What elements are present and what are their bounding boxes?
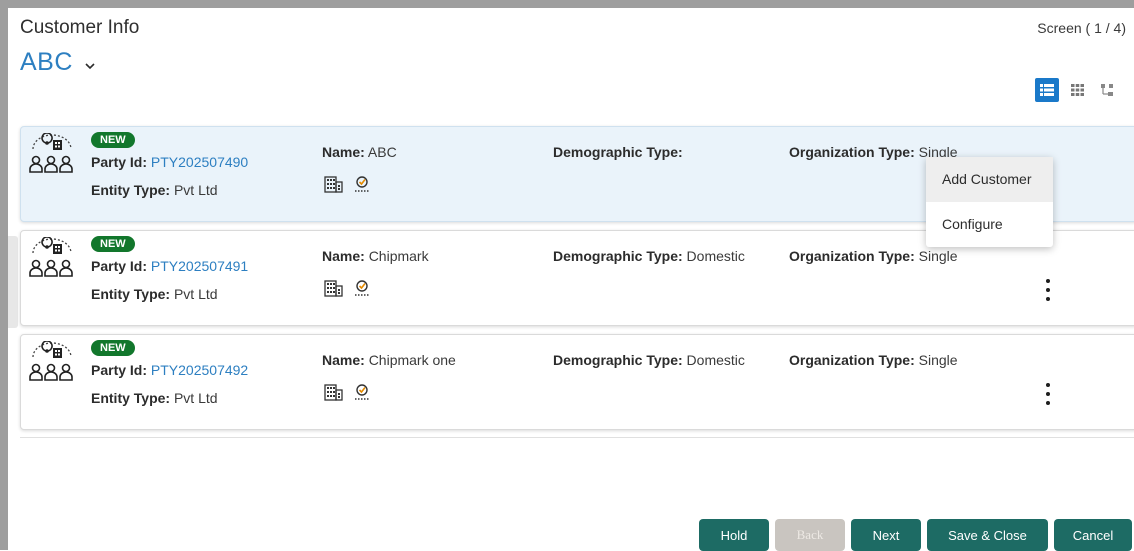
organization-type-value: Single xyxy=(918,248,958,264)
entity-type-field: Entity Type: Pvt Ltd xyxy=(91,286,218,302)
organization-type-field: Organization Type: Single xyxy=(789,352,958,368)
window-frame-top xyxy=(0,0,1134,8)
tree-view-icon xyxy=(1101,84,1113,96)
party-id-label: Party Id: xyxy=(91,154,148,170)
name-value: ABC xyxy=(367,144,397,160)
building-icon xyxy=(324,384,343,401)
dot xyxy=(1046,279,1050,283)
entity-type-label: Entity Type: xyxy=(91,286,171,302)
entity-type-field: Entity Type: Pvt Ltd xyxy=(91,182,218,198)
next-button[interactable]: Next xyxy=(851,519,921,551)
menu-item-configure[interactable]: Configure xyxy=(926,202,1053,247)
verified-location-icon xyxy=(355,280,369,296)
organization-group-icon xyxy=(29,237,73,277)
entity-type-value: Pvt Ltd xyxy=(173,390,218,406)
party-id-link[interactable]: PTY202507492 xyxy=(151,362,248,378)
party-id-field: Party Id: PTY202507492 xyxy=(91,362,248,378)
page-title: Customer Info xyxy=(20,17,140,38)
entity-type-label: Entity Type: xyxy=(91,390,171,406)
party-id-label: Party Id: xyxy=(91,258,148,274)
demographic-type-field: Demographic Type: Domestic xyxy=(553,352,745,368)
customer-dropdown-value: ABC xyxy=(20,48,73,76)
demographic-type-label: Demographic Type: xyxy=(553,144,683,160)
demographic-type-value: Domestic xyxy=(686,352,745,368)
demographic-type-field: Demographic Type: Domestic xyxy=(553,248,745,264)
frame-gap xyxy=(8,8,1134,10)
organization-type-label: Organization Type: xyxy=(789,144,915,160)
organization-type-label: Organization Type: xyxy=(789,248,915,264)
card-icons xyxy=(324,278,372,298)
more-options-button[interactable] xyxy=(1045,279,1051,301)
entity-type-value: Pvt Ltd xyxy=(173,286,218,302)
card-icons xyxy=(324,174,372,194)
list-view-icon xyxy=(1040,84,1054,96)
party-id-link[interactable]: PTY202507490 xyxy=(151,154,248,170)
name-field: Name: Chipmark xyxy=(322,248,429,264)
party-id-field: Party Id: PTY202507491 xyxy=(91,258,248,274)
dot xyxy=(1046,401,1050,405)
dot xyxy=(1046,383,1050,387)
customer-card[interactable]: NEW Party Id: PTY202507492 Entity Type: … xyxy=(20,334,1134,430)
status-badge: NEW xyxy=(91,340,135,356)
party-id-label: Party Id: xyxy=(91,362,148,378)
screen-counter: Screen ( 1 / 4) xyxy=(1037,20,1126,36)
cancel-button[interactable]: Cancel xyxy=(1054,519,1132,551)
organization-type-label: Organization Type: xyxy=(789,352,915,368)
name-label: Name: xyxy=(322,248,365,264)
view-toggle xyxy=(1035,78,1119,102)
status-badge: NEW xyxy=(91,132,135,148)
chevron-down-icon xyxy=(85,62,95,69)
demographic-type-label: Demographic Type: xyxy=(553,352,683,368)
name-label: Name: xyxy=(322,144,365,160)
customer-dropdown[interactable]: ABC xyxy=(20,48,97,77)
more-options-button[interactable] xyxy=(1045,383,1051,405)
party-id-link[interactable]: PTY202507491 xyxy=(151,258,248,274)
entity-type-field: Entity Type: Pvt Ltd xyxy=(91,390,218,406)
save-close-button[interactable]: Save & Close xyxy=(927,519,1048,551)
building-icon xyxy=(324,176,343,193)
grid-view-button[interactable] xyxy=(1065,78,1089,102)
card-icons xyxy=(324,382,372,402)
entity-type-value: Pvt Ltd xyxy=(173,182,218,198)
organization-group-icon xyxy=(29,341,73,381)
name-label: Name: xyxy=(322,352,365,368)
organization-group-icon xyxy=(29,133,73,173)
menu-item-add-customer[interactable]: Add Customer xyxy=(926,157,1053,202)
name-field: Name: Chipmark one xyxy=(322,352,456,368)
dot xyxy=(1046,392,1050,396)
window-frame-left xyxy=(0,0,8,550)
organization-type-value: Single xyxy=(918,352,958,368)
name-value: Chipmark one xyxy=(368,352,456,368)
tree-view-button[interactable] xyxy=(1095,78,1119,102)
verified-location-icon xyxy=(355,384,369,400)
status-badge: NEW xyxy=(91,236,135,252)
name-value: Chipmark xyxy=(368,248,429,264)
dot xyxy=(1046,288,1050,292)
party-id-field: Party Id: PTY202507490 xyxy=(91,154,248,170)
hold-button[interactable]: Hold xyxy=(699,519,769,551)
list-view-button[interactable] xyxy=(1035,78,1059,102)
dot xyxy=(1046,297,1050,301)
building-icon xyxy=(324,280,343,297)
context-menu: Add Customer Configure xyxy=(926,157,1053,247)
list-divider xyxy=(20,437,1134,438)
name-field: Name: ABC xyxy=(322,144,397,160)
side-panel-handle[interactable] xyxy=(8,236,18,328)
back-button[interactable]: Back xyxy=(775,519,845,551)
demographic-type-field: Demographic Type: xyxy=(553,144,683,160)
verified-location-icon xyxy=(355,176,369,192)
entity-type-label: Entity Type: xyxy=(91,182,171,198)
demographic-type-label: Demographic Type: xyxy=(553,248,683,264)
demographic-type-value: Domestic xyxy=(686,248,745,264)
footer-actions: Hold Back Next Save & Close Cancel xyxy=(699,519,1132,551)
organization-type-field: Organization Type: Single xyxy=(789,248,958,264)
grid-view-icon xyxy=(1070,84,1084,96)
